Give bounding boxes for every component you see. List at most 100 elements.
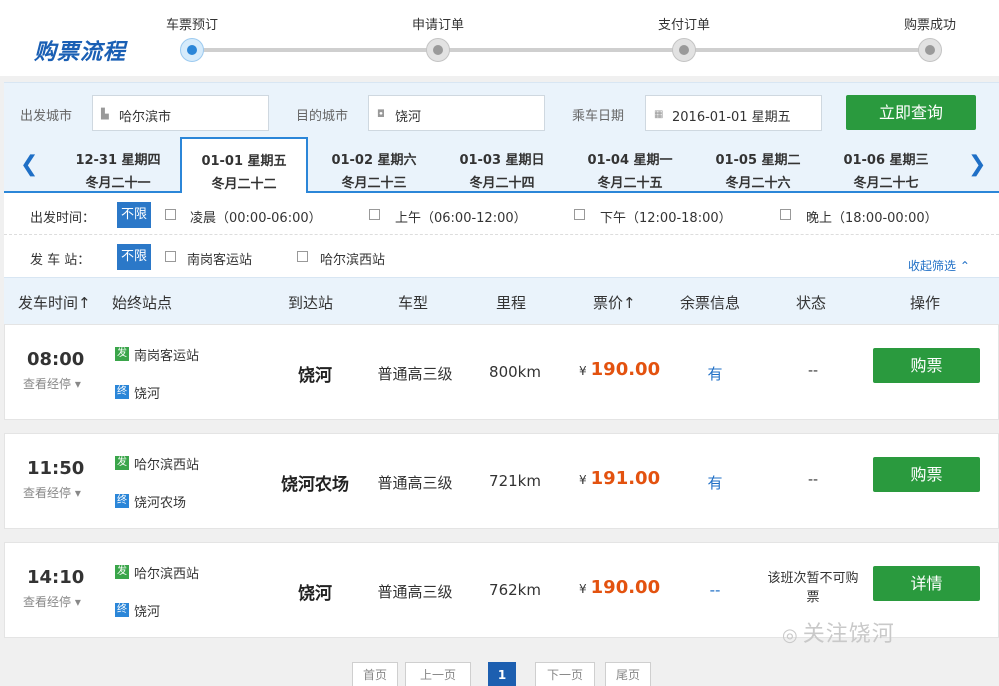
- header-action: 操作: [910, 294, 941, 312]
- time-option-checkbox[interactable]: [574, 209, 585, 220]
- header-depart-time[interactable]: 发车时间↑: [18, 292, 91, 313]
- header-stations: 始终站点: [112, 294, 173, 312]
- header-tickets: 余票信息: [680, 294, 741, 312]
- table-row: 08:00 查看经停 ▾ 发 南岗客运站 终 饶河 饶河 普通高三级 800km…: [4, 324, 999, 420]
- date-tab-4[interactable]: 01-03 星期日 冬月二十四: [438, 138, 566, 193]
- to-city-label: 目的城市: [296, 109, 349, 124]
- date-input[interactable]: ▦ 2016-01-01 星期五: [645, 95, 822, 131]
- time-option-checkbox[interactable]: [165, 209, 176, 220]
- step-label-2: 申请订单: [411, 18, 464, 33]
- date-tab-lunar: 冬月二十二: [211, 177, 277, 192]
- depart-time: 11:50: [27, 458, 85, 479]
- step-label-4: 购票成功: [903, 18, 956, 33]
- depart-time: 14:10: [27, 567, 85, 588]
- station-filter-label: 发 车 站：: [30, 253, 91, 268]
- station-option-label: 南岗客运站: [187, 253, 253, 268]
- to-city-value: 饶河: [395, 110, 422, 125]
- next-page-button[interactable]: 下一页: [535, 662, 595, 686]
- date-tab-date: 01-02 星期六: [331, 153, 417, 168]
- details-button[interactable]: 详情: [873, 566, 980, 601]
- depart-time-filter-row: 出发时间： 不限 凌晨（00:00-06:00） 上午（06:00-12:00）…: [4, 195, 999, 235]
- to-station: 饶河农场: [134, 496, 187, 511]
- date-value: 2016-01-01 星期五: [672, 110, 791, 125]
- ticket-booking-page: 购票流程 车票预订 申请订单 支付订单 购票成功 出发城市 ▙ 哈尔滨市 目的城…: [0, 0, 999, 686]
- brand-title: 购票流程: [34, 40, 127, 65]
- filter-panel: 出发时间： 不限 凌晨（00:00-06:00） 上午（06:00-12:00）…: [4, 193, 999, 277]
- date-tab-date: 01-03 星期日: [459, 153, 545, 168]
- buy-ticket-button[interactable]: 购票: [873, 348, 980, 383]
- prev-page-button[interactable]: 上一页: [405, 662, 471, 686]
- date-tab-6[interactable]: 01-05 星期二 冬月二十六: [694, 138, 822, 193]
- date-label: 乘车日期: [572, 109, 625, 124]
- station-option-label: 哈尔滨西站: [320, 253, 386, 268]
- depart-time-all-tag[interactable]: 不限: [117, 202, 151, 228]
- next-date-arrow-icon[interactable]: ❯: [968, 152, 986, 177]
- ticket-availability: 有: [707, 474, 723, 492]
- current-page-button[interactable]: 1: [488, 662, 516, 686]
- prev-date-arrow-icon[interactable]: ❮: [20, 152, 38, 177]
- date-tab-7[interactable]: 01-06 星期三 冬月二十七: [822, 138, 950, 193]
- time-option-checkbox[interactable]: [369, 209, 380, 220]
- buy-ticket-button[interactable]: 购票: [873, 457, 980, 492]
- calendar-icon: ▦: [654, 109, 664, 120]
- depart-time-label: 出发时间：: [30, 211, 96, 226]
- date-tab-lunar: 冬月二十四: [469, 176, 535, 191]
- view-stops-link[interactable]: 查看经停 ▾: [23, 484, 81, 501]
- date-tab-1[interactable]: 12-31 星期四 冬月二十一: [54, 138, 182, 193]
- time-option-checkbox[interactable]: [780, 209, 791, 220]
- watermark: ◎ 关注饶河: [782, 616, 895, 648]
- ticket-price: ¥190.00: [579, 359, 660, 380]
- arrive-station: 饶河: [298, 584, 332, 604]
- location-pin-icon: ◘: [377, 109, 385, 120]
- date-tab-lunar: 冬月二十一: [85, 176, 151, 191]
- date-tab-date: 01-04 星期一: [587, 153, 673, 168]
- from-city-input[interactable]: ▙ 哈尔滨市: [92, 95, 269, 131]
- table-row: 11:50 查看经停 ▾ 发 哈尔滨西站 终 饶河农场 饶河农场 普通高三级 7…: [4, 433, 999, 529]
- query-button[interactable]: 立即查询: [846, 95, 976, 130]
- collapse-filter-link[interactable]: 收起筛选 ⌃: [908, 257, 970, 274]
- arrive-station: 饶河农场: [281, 475, 349, 495]
- step-dot-2: [426, 38, 450, 62]
- wechat-icon: ◎: [782, 625, 799, 646]
- time-option-label: 下午（12:00-18:00）: [600, 211, 732, 226]
- step-dot-1: [180, 38, 204, 62]
- view-stops-link[interactable]: 查看经停 ▾: [23, 593, 81, 610]
- depart-time: 08:00: [27, 349, 85, 370]
- station-filter-row: 发 车 站： 不限 南岗客运站 哈尔滨西站 收起筛选 ⌃: [4, 237, 999, 277]
- header-status: 状态: [796, 294, 827, 312]
- date-tab-date: 01-06 星期三: [843, 153, 929, 168]
- step-dot-3: [672, 38, 696, 62]
- last-page-button[interactable]: 尾页: [605, 662, 651, 686]
- first-page-button[interactable]: 首页: [352, 662, 398, 686]
- steps-progress-line: [192, 48, 930, 52]
- ticket-availability: --: [709, 581, 721, 599]
- price-value: 190.00: [590, 577, 661, 598]
- from-badge-icon: 发: [115, 456, 129, 470]
- watermark-text: 关注饶河: [802, 622, 895, 647]
- view-stops-link[interactable]: 查看经停 ▾: [23, 375, 81, 392]
- date-tab-date: 01-01 星期五: [201, 154, 287, 169]
- bus-type: 普通高三级: [377, 365, 453, 383]
- from-station: 哈尔滨西站: [134, 567, 200, 582]
- from-badge-icon: 发: [115, 565, 129, 579]
- header-price[interactable]: 票价↑: [593, 292, 636, 313]
- date-tab-2[interactable]: 01-01 星期五 冬月二十二: [180, 137, 308, 194]
- results-table-header: 发车时间↑ 始终站点 到达站 车型 里程 票价↑ 余票信息 状态 操作: [4, 277, 999, 324]
- time-option-label: 晚上（18:00-00:00）: [806, 211, 938, 226]
- station-option-checkbox[interactable]: [297, 251, 308, 262]
- step-dot-4: [918, 38, 942, 62]
- date-tab-3[interactable]: 01-02 星期六 冬月二十三: [310, 138, 438, 193]
- date-tabs: ❮ 12-31 星期四 冬月二十一 01-01 星期五 冬月二十二 01-02 …: [4, 137, 999, 194]
- to-station: 饶河: [134, 605, 161, 620]
- date-tab-5[interactable]: 01-04 星期一 冬月二十五: [566, 138, 694, 193]
- date-tab-date: 01-05 星期二: [715, 153, 801, 168]
- station-all-tag[interactable]: 不限: [117, 244, 151, 270]
- ticket-price: ¥191.00: [579, 468, 660, 489]
- station-option-checkbox[interactable]: [165, 251, 176, 262]
- yen-symbol: ¥: [579, 473, 587, 487]
- price-value: 191.00: [590, 468, 661, 489]
- to-city-input[interactable]: ◘ 饶河: [368, 95, 545, 131]
- distance: 800km: [489, 363, 541, 381]
- date-tab-lunar: 冬月二十五: [597, 176, 663, 191]
- to-badge-icon: 终: [115, 385, 129, 399]
